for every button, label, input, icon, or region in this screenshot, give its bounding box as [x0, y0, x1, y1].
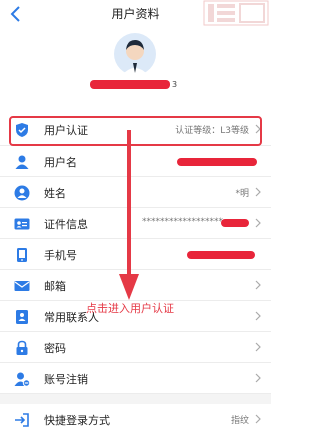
row-label: 手机号: [44, 249, 77, 262]
id-value: ******************: [142, 217, 223, 227]
row-label: 用户名: [44, 156, 77, 169]
chevron-right-icon: [255, 414, 261, 424]
chevron-right-icon: [255, 280, 261, 290]
chevron-right-icon: [255, 187, 261, 197]
row-password[interactable]: 密码: [0, 332, 271, 363]
row-label: 快捷登录方式: [44, 414, 110, 427]
redacted-value: [221, 219, 249, 227]
avatar[interactable]: [114, 33, 156, 75]
arrow-down-annotation: [119, 130, 139, 300]
quick-login-value: 指纹: [230, 416, 249, 426]
chevron-right-icon: [255, 311, 261, 321]
row-label: 证件信息: [44, 218, 88, 231]
chevron-right-icon: [255, 342, 261, 352]
id-card-icon: [14, 218, 30, 230]
row-quick-login[interactable]: 快捷登录方式 指纹: [0, 404, 271, 435]
row-label: 密码: [44, 342, 66, 355]
redacted-value: [187, 251, 255, 259]
user-icon: [15, 155, 29, 169]
name-value: *明: [235, 189, 249, 199]
app-header: 用户资料: [0, 0, 271, 30]
section-divider: [0, 394, 271, 404]
row-account-cancel[interactable]: 账号注销: [0, 363, 271, 394]
annotation-label: 点击进入用户认证: [86, 302, 174, 315]
user-remove-icon: [14, 372, 30, 387]
chevron-right-icon: [255, 218, 261, 228]
person-circle-icon: [14, 185, 30, 201]
username-suffix: 3: [172, 80, 178, 89]
redacted-value: [177, 158, 257, 166]
lock-icon: [16, 340, 28, 355]
profile-section: 3: [0, 30, 271, 110]
login-arrow-icon: [15, 413, 29, 427]
contacts-book-icon: [16, 310, 28, 324]
row-label: 姓名: [44, 187, 66, 200]
watermark-logo: [203, 0, 269, 26]
chevron-right-icon: [255, 373, 261, 383]
row-label: 邮箱: [44, 280, 66, 293]
row-label: 账号注销: [44, 373, 88, 386]
redacted-username: [90, 80, 170, 89]
phone-icon: [17, 248, 27, 262]
mail-icon: [14, 281, 30, 291]
